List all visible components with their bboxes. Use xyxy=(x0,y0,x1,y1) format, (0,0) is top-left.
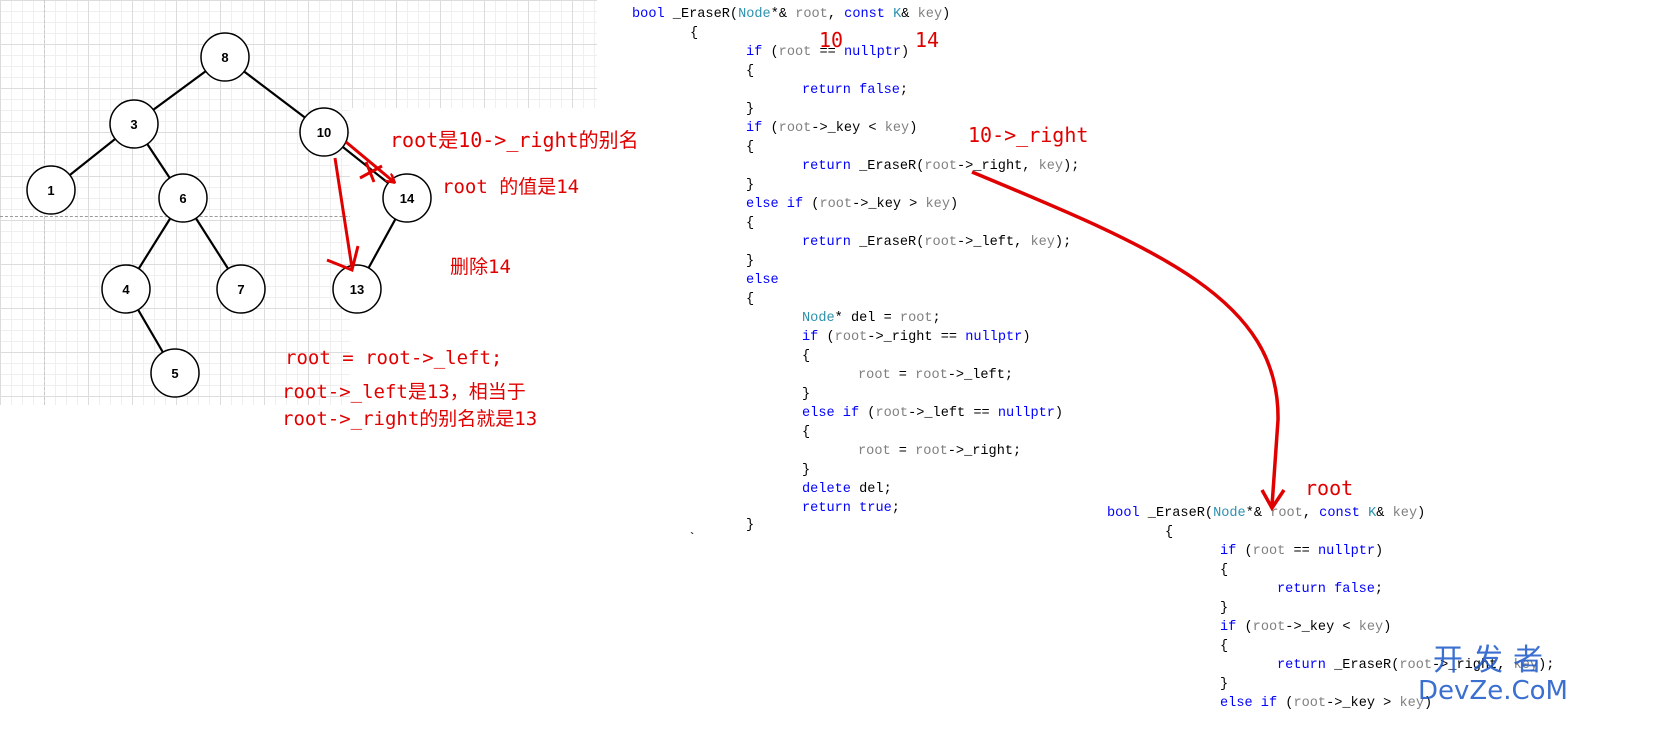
annotation-right-label: 10->_right xyxy=(968,123,1089,147)
code-line: bool _EraseR(Node*& root, const K& key) xyxy=(1107,506,1426,521)
code-line: if (root->_right == nullptr) xyxy=(802,330,1031,345)
code-line: bool _EraseR(Node*& root, const K& key) xyxy=(632,7,951,22)
code-line: ` xyxy=(688,532,697,547)
annotation-explain-1: root->_left是13，相当于 xyxy=(282,381,526,403)
code-line: { xyxy=(1165,525,1174,540)
code-line: { xyxy=(1220,563,1229,578)
code-line: { xyxy=(746,216,755,231)
annotation-root-label: root xyxy=(1305,476,1354,500)
code-line: return _EraseR(root->_right, key); xyxy=(802,159,1080,174)
tree-node-label: 6 xyxy=(179,191,186,206)
tree-node-label: 14 xyxy=(400,191,415,206)
code-line: if (root->_key < key) xyxy=(746,121,918,136)
code-line: else xyxy=(746,273,779,288)
code-line: else if (root->_key > key) xyxy=(746,197,959,212)
code-line: { xyxy=(802,425,811,440)
tree-node-label: 5 xyxy=(171,366,178,381)
code-line: else if (root->_key > key) xyxy=(1220,696,1433,711)
watermark-en: DevZe.CoM xyxy=(1418,676,1568,706)
watermark-logo: 开发者 DevZe.CoM xyxy=(1418,643,1568,706)
code-line: return false; xyxy=(802,83,909,98)
code-line: return true; xyxy=(802,501,900,516)
code-line: { xyxy=(746,292,755,307)
code-line: } xyxy=(802,387,811,402)
tree-node-label: 1 xyxy=(47,183,54,198)
code-line: Node* del = root; xyxy=(802,311,941,326)
code-line: root = root->_left; xyxy=(858,368,1014,383)
code-line: } xyxy=(746,518,755,533)
code-line: root = root->_right; xyxy=(858,444,1022,459)
code-line: if (root == nullptr) xyxy=(746,45,910,60)
code-line: return _EraseR(root->_left, key); xyxy=(802,235,1072,250)
code-line: if (root->_key < key) xyxy=(1220,620,1392,635)
code-line: } xyxy=(1220,677,1229,692)
tree-node-label: 13 xyxy=(350,282,364,297)
annotation-root-alias: root是10->_right的别名 xyxy=(390,128,639,152)
tree-node-label: 10 xyxy=(317,125,331,140)
tree-node-label: 3 xyxy=(130,117,137,132)
tree-node-label: 4 xyxy=(122,282,130,297)
code-line: { xyxy=(746,140,755,155)
code-line: } xyxy=(1220,601,1229,616)
code-line: if (root == nullptr) xyxy=(1220,544,1384,559)
code-line: { xyxy=(1220,639,1229,654)
code-line: { xyxy=(802,349,811,364)
annotation-value-14: 14 xyxy=(915,28,940,52)
tree-node-label: 8 xyxy=(221,50,228,65)
code-line: return false; xyxy=(1277,582,1384,597)
code-line: } xyxy=(746,254,755,269)
annotation-root-value: root 的值是14 xyxy=(442,176,580,198)
code-line: else if (root->_left == nullptr) xyxy=(802,406,1064,421)
watermark-cn: 开发者 xyxy=(1433,643,1553,678)
annotation-assign: root = root->_left; xyxy=(285,347,503,369)
code-line: { xyxy=(746,64,755,79)
annotation-delete-14: 删除14 xyxy=(450,256,511,278)
code-line: { xyxy=(690,26,699,41)
code-line: } xyxy=(746,178,755,193)
code-line: } xyxy=(802,463,811,478)
tree-node-label: 7 xyxy=(237,282,244,297)
code-line: delete del; xyxy=(802,482,892,497)
annotation-explain-2: root->_right的别名就是13 xyxy=(282,408,538,430)
code-line: } xyxy=(746,102,755,117)
